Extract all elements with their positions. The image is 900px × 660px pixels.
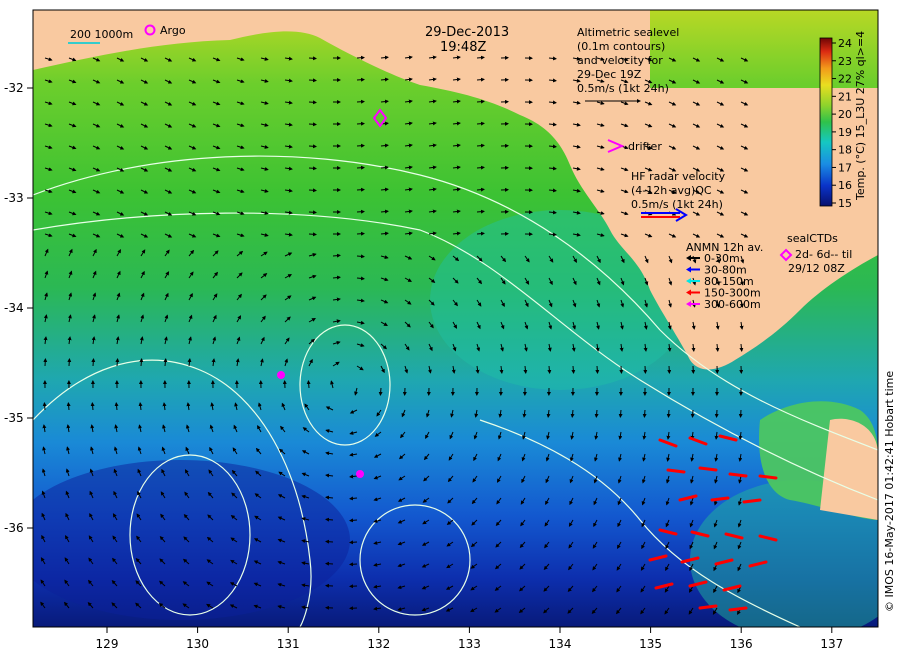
y-tick-label: -32 <box>4 81 24 95</box>
colorbar-tick-label: 23 <box>838 55 852 68</box>
sealctd-line-1: sealCTDs <box>787 232 838 245</box>
x-tick-label: 137 <box>820 637 843 651</box>
colorbar-tick-label: 15 <box>838 197 852 210</box>
x-tick-label: 134 <box>549 637 572 651</box>
y-tick-label: -35 <box>4 411 24 425</box>
altimetry-line-2: (0.1m contours) <box>577 40 665 53</box>
x-axis: 129 130 131 132 133 134 135 136 137 <box>96 627 843 651</box>
time-label: 19:48Z <box>440 40 486 55</box>
altimetry-line-3: and velocity for <box>577 54 663 67</box>
altimetry-line-1: Altimetric sealevel <box>577 26 679 39</box>
credit-text: © IMOS 16-May-2017 01:42:41 Hobart time <box>883 371 896 612</box>
date-label: 29-Dec-2013 <box>425 25 509 40</box>
y-axis: -32 -33 -34 -35 -36 <box>4 81 33 535</box>
x-tick-label: 132 <box>367 637 390 651</box>
drifter-legend-label: drifter <box>628 140 662 153</box>
colorbar-tick-label: 16 <box>838 179 852 192</box>
contour-legend-label: 200 1000m <box>70 28 133 41</box>
colorbar-tick-label: 17 <box>838 161 852 174</box>
colorbar-tick-label: 22 <box>838 73 852 86</box>
colorbar-tick-label: 18 <box>838 144 852 157</box>
sealctd-line-3: 29/12 08Z <box>788 262 845 275</box>
y-tick-label: -33 <box>4 191 24 205</box>
altimetry-line-4: 29-Dec 19Z <box>577 68 642 81</box>
hf-radar-line-2: (4-12h avg)QC <box>631 184 712 197</box>
colorbar-tick-label: 24 <box>838 37 852 50</box>
sealctd-line-2: 2d- 6d-- til <box>795 248 852 261</box>
y-tick-label: -34 <box>4 301 24 315</box>
sst-map: 129 130 131 132 133 134 135 136 137 -32 -33 -34 -35… <box>4 9 896 651</box>
x-tick-label: 133 <box>458 637 481 651</box>
altimetry-line-5: 0.5m/s (1kt 24h) <box>577 82 669 95</box>
colorbar-tick-label: 21 <box>838 90 852 103</box>
argo-legend-label: Argo <box>160 24 186 37</box>
x-tick-label: 129 <box>96 637 119 651</box>
x-tick-label: 131 <box>277 637 300 651</box>
colorbar-title: Temp. (°C) 15_L3U 27% ql>=4 <box>854 31 867 201</box>
y-tick-label: -36 <box>4 521 24 535</box>
x-tick-label: 136 <box>730 637 753 651</box>
x-tick-label: 135 <box>639 637 662 651</box>
colorbar-tick-label: 20 <box>838 108 852 121</box>
colorbar: 15 16 17 18 19 20 21 22 23 24 Temp. (°C) 15_L3U 2… <box>819 31 867 210</box>
anmn-item-label: 300-600m <box>704 298 761 311</box>
colorbar-tick-label: 19 <box>838 126 852 139</box>
x-tick-label: 130 <box>186 637 209 651</box>
hf-radar-line-1: HF radar velocity <box>631 170 726 183</box>
